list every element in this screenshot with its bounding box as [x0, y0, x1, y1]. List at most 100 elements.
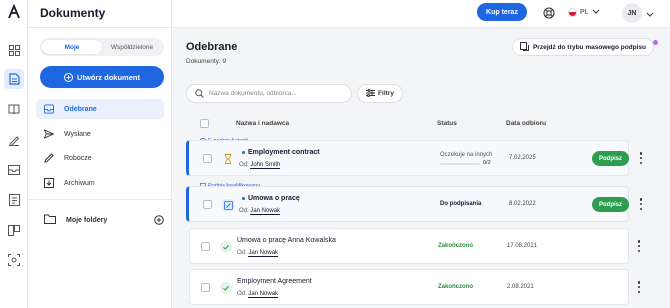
- buy-now-button[interactable]: Kup teraz: [477, 3, 527, 21]
- unread-dot: [242, 150, 245, 154]
- received-date: 17.08.2021: [507, 243, 538, 249]
- search-box[interactable]: [186, 84, 352, 103]
- document-name[interactable]: Employment Agreement: [237, 278, 312, 285]
- user-menu[interactable]: JN: [622, 3, 654, 23]
- scan-icon[interactable]: [6, 252, 22, 268]
- status-text: Zakończono: [438, 284, 474, 290]
- status-text: Zakończono: [438, 243, 474, 249]
- status-text: Do podpisania: [440, 201, 482, 207]
- language-code: PL: [580, 8, 589, 16]
- chevron-down-icon: [592, 9, 600, 16]
- column-status-header[interactable]: Status: [437, 120, 457, 127]
- tab-shared[interactable]: Współdzielone: [102, 40, 162, 54]
- top-bar: Dokumenty Kup teraz PL JN: [28, 0, 670, 28]
- left-rail: [0, 0, 28, 308]
- language-selector[interactable]: PL: [568, 6, 600, 18]
- received-date: 8.02.2022: [509, 201, 536, 207]
- help-icon[interactable]: [543, 6, 555, 19]
- mail-icon[interactable]: [6, 162, 22, 178]
- column-name-header[interactable]: Nazwa i nadawca: [236, 120, 289, 127]
- tab-mine[interactable]: Moje: [42, 40, 102, 54]
- sidebar-item-archive[interactable]: Archiwum: [36, 173, 164, 193]
- pencil-icon: [44, 153, 54, 163]
- edit-icon: [222, 199, 234, 211]
- filters-label: Filtry: [378, 90, 394, 97]
- received-date: 7.02.2025: [509, 155, 536, 161]
- table-row[interactable]: Employment contract Od: John Smith Oczek…: [186, 140, 643, 176]
- sender-link[interactable]: Jan Nowak: [248, 291, 279, 298]
- sign-button[interactable]: Podpisz: [592, 197, 629, 212]
- grid-icon[interactable]: [6, 42, 22, 58]
- unread-dot: [242, 196, 245, 200]
- avatar: JN: [622, 3, 642, 23]
- sender: Od: Jan Nowak: [239, 208, 281, 215]
- document-count: Dokumenty: 9: [186, 58, 227, 65]
- select-all-checkbox[interactable]: [200, 119, 209, 128]
- sidebar-item-label: Robocze: [64, 154, 92, 162]
- ownership-switch: Moje Współdzielone: [40, 38, 164, 56]
- templates-icon[interactable]: [6, 222, 22, 238]
- bulk-sign-label: Przejdź do trybu masowego podpisu: [532, 43, 647, 51]
- create-document-label: Utwórz dokument: [77, 72, 140, 82]
- contacts-icon[interactable]: [6, 192, 22, 208]
- more-options-icon[interactable]: [637, 281, 641, 293]
- sidebar-item-drafts[interactable]: Robocze: [36, 148, 164, 168]
- hourglass-icon: [222, 153, 234, 165]
- bulk-sign-icon: [519, 41, 529, 53]
- my-folders-label: Moje foldery: [66, 216, 108, 224]
- documents-icon[interactable]: [4, 69, 24, 89]
- sign-button[interactable]: Podpisz: [592, 151, 629, 166]
- row-checkbox[interactable]: [201, 242, 210, 251]
- add-folder-icon[interactable]: [154, 215, 164, 225]
- more-options-icon[interactable]: [639, 198, 643, 210]
- row-checkbox[interactable]: [201, 283, 210, 292]
- column-date-header[interactable]: Data odbioru: [506, 120, 546, 127]
- signature-icon[interactable]: [6, 132, 22, 148]
- my-folders[interactable]: Moje foldery: [36, 210, 164, 230]
- status-text: Oczekuje na innych: [440, 152, 493, 158]
- folder-icon: [44, 214, 56, 226]
- header-divider: [171, 0, 172, 28]
- sidebar-item-label: Odebrane: [64, 105, 97, 113]
- signing-progress-bar: [440, 163, 480, 165]
- more-options-icon[interactable]: [639, 152, 643, 164]
- sidebar-item-received[interactable]: Odebrane: [36, 99, 164, 119]
- logo-icon[interactable]: [6, 3, 22, 20]
- sender: Od: Jan Nowak: [237, 250, 279, 257]
- signing-progress-count: 0/2: [483, 160, 491, 166]
- row-checkbox[interactable]: [203, 200, 212, 209]
- sender-link[interactable]: Jan Nowak: [248, 250, 279, 257]
- bulk-sign-button[interactable]: Przejdź do trybu masowego podpisu: [512, 38, 654, 56]
- sidebar: Moje Współdzielone + Utwórz dokument Ode…: [28, 28, 172, 308]
- send-icon: [44, 129, 54, 139]
- page-title: Odebrane: [186, 41, 238, 53]
- sidebar-item-sent[interactable]: Wysłane: [36, 124, 164, 144]
- archive-icon: [44, 178, 54, 188]
- sidebar-divider: [28, 199, 172, 200]
- search-icon: [195, 85, 204, 103]
- document-name[interactable]: Umowa o pracę: [242, 195, 300, 202]
- sender-link[interactable]: Jan Nowak: [250, 208, 281, 215]
- table-row[interactable]: Employment Agreement Od: Jan Nowak Zakoń…: [189, 269, 641, 305]
- book-icon[interactable]: [6, 101, 22, 117]
- document-name[interactable]: Umowa o pracę Anna Kowalska: [237, 237, 336, 244]
- row-checkbox[interactable]: [203, 154, 212, 163]
- sender: Od: Jan Nowak: [237, 291, 279, 298]
- received-date: 2.08.2021: [507, 284, 534, 290]
- sidebar-item-label: Wysłane: [64, 130, 91, 138]
- sender-link[interactable]: John Smith: [250, 162, 281, 169]
- check-circle-icon: [220, 282, 232, 294]
- filters-button[interactable]: Filtry: [357, 84, 403, 103]
- notification-dot: [653, 40, 658, 45]
- sender: Od: John Smith: [239, 162, 281, 169]
- more-options-icon[interactable]: [637, 240, 641, 252]
- chevron-down-icon: [646, 4, 654, 22]
- plus-icon: +: [64, 72, 74, 82]
- document-name[interactable]: Employment contract: [242, 149, 320, 156]
- sidebar-item-label: Archiwum: [64, 179, 95, 187]
- search-input[interactable]: [209, 90, 344, 97]
- table-row[interactable]: Umowa o pracę Anna Kowalska Od: Jan Nowa…: [189, 228, 641, 264]
- table-row[interactable]: Umowa o pracę Od: Jan Nowak Do podpisani…: [186, 186, 643, 222]
- inbox-icon: [44, 104, 54, 114]
- create-document-button[interactable]: + Utwórz dokument: [40, 66, 164, 88]
